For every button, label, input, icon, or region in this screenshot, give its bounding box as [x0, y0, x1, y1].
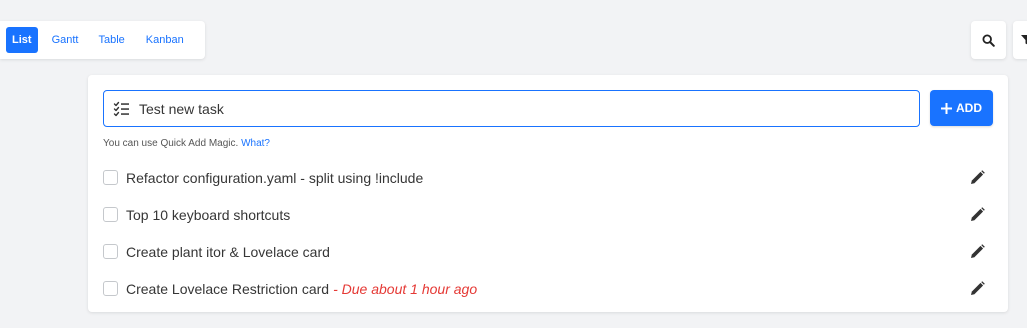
- view-switcher: List Gantt Table Kanban: [0, 21, 205, 59]
- quick-add-help-link[interactable]: What?: [241, 138, 270, 149]
- task-title[interactable]: Top 10 keyboard shortcuts: [126, 207, 290, 223]
- task-title[interactable]: Refactor configuration.yaml - split usin…: [126, 170, 423, 186]
- plus-icon: [941, 102, 952, 114]
- task-row[interactable]: Top 10 keyboard shortcuts: [103, 196, 995, 233]
- pencil-icon[interactable]: [970, 281, 985, 296]
- new-task-field[interactable]: [103, 90, 920, 127]
- view-kanban-button[interactable]: Kanban: [139, 27, 191, 53]
- pencil-icon[interactable]: [970, 244, 985, 259]
- list-check-icon: [113, 101, 129, 117]
- task-checkbox[interactable]: [103, 244, 118, 259]
- task-row[interactable]: Refactor configuration.yaml - split usin…: [103, 159, 995, 196]
- new-task-input[interactable]: [139, 97, 909, 121]
- quick-add-hint: You can use Quick Add Magic. What?: [103, 138, 270, 149]
- task-list-card: ADD You can use Quick Add Magic. What? R…: [88, 75, 1008, 312]
- pencil-icon[interactable]: [970, 207, 985, 222]
- add-task-button[interactable]: ADD: [930, 90, 993, 126]
- task-checkbox[interactable]: [103, 207, 118, 222]
- view-table-button[interactable]: Table: [91, 27, 131, 53]
- task-title[interactable]: Create Lovelace Restriction card: [126, 281, 329, 297]
- task-row[interactable]: Create Lovelace Restriction card - Due a…: [103, 270, 995, 307]
- search-icon: [982, 33, 995, 47]
- view-list-button[interactable]: List: [6, 27, 38, 53]
- task-due-date: - Due about 1 hour ago: [333, 280, 478, 297]
- pencil-icon[interactable]: [970, 170, 985, 185]
- view-gantt-button[interactable]: Gantt: [45, 27, 86, 53]
- task-checkbox[interactable]: [103, 281, 118, 296]
- add-task-label: ADD: [956, 101, 982, 115]
- filter-icon: [1021, 35, 1027, 45]
- search-button[interactable]: [971, 21, 1006, 59]
- filter-button[interactable]: [1013, 21, 1027, 59]
- quick-add-hint-text: You can use Quick Add Magic.: [103, 138, 239, 149]
- task-checkbox[interactable]: [103, 170, 118, 185]
- task-title[interactable]: Create plant itor & Lovelace card: [126, 244, 330, 260]
- task-row[interactable]: Create plant itor & Lovelace card: [103, 233, 995, 270]
